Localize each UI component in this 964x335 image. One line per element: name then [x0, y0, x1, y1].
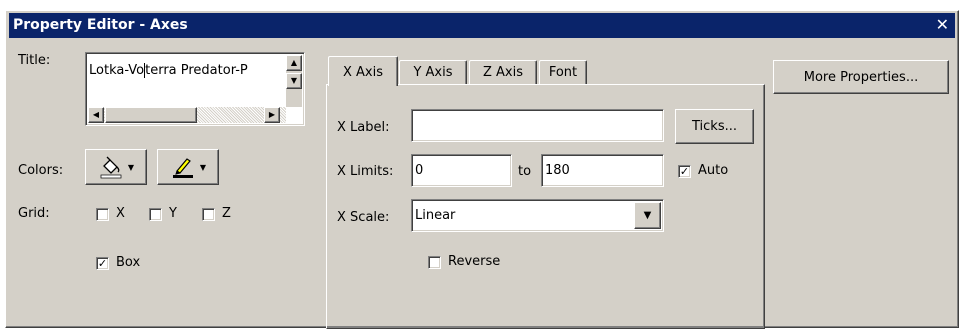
- x-label-input[interactable]: [411, 109, 664, 142]
- title-text: Lotka-Voterra Predator-P: [89, 63, 248, 78]
- title-textarea[interactable]: Lotka-Voterra Predator-P ▲ ▼ ◀ ▶: [85, 52, 305, 126]
- x-scale-dropdown-icon[interactable]: ▼: [634, 202, 661, 229]
- tab-y-axis[interactable]: Y Axis: [399, 60, 467, 84]
- horizontal-scrollbar[interactable]: ◀ ▶: [88, 107, 286, 123]
- fill-color-button[interactable]: ▼: [85, 149, 147, 185]
- tab-z-axis[interactable]: Z Axis: [469, 60, 537, 84]
- close-icon[interactable]: ✕: [936, 14, 949, 36]
- scroll-right-icon[interactable]: ▶: [264, 107, 280, 123]
- x-label-label: X Label:: [337, 120, 390, 135]
- x-scale-select[interactable]: Linear ▼: [411, 199, 664, 232]
- ticks-button[interactable]: Ticks...: [675, 109, 754, 144]
- scroll-left-icon[interactable]: ◀: [88, 107, 104, 123]
- grid-y-checkbox[interactable]: [149, 208, 162, 221]
- scroll-thumb[interactable]: [105, 107, 197, 123]
- tab-font[interactable]: Font: [539, 60, 587, 84]
- to-label: to: [518, 164, 532, 179]
- property-editor-window: Property Editor - Axes ✕ Title: Lotka-Vo…: [5, 10, 959, 329]
- x-limit-max-input[interactable]: 180: [541, 154, 664, 187]
- grid-x-checkbox[interactable]: [96, 208, 109, 221]
- scroll-down-icon[interactable]: ▼: [286, 73, 302, 89]
- more-properties-button[interactable]: More Properties...: [773, 60, 949, 94]
- grid-label: Grid:: [18, 206, 50, 221]
- paint-bucket-icon: [100, 156, 122, 179]
- x-scale-value: Linear: [415, 208, 456, 223]
- edge-dropdown-icon: ▼: [199, 162, 207, 172]
- box-checkbox[interactable]: ✓: [96, 257, 109, 270]
- x-limit-min-input[interactable]: 0: [411, 154, 512, 187]
- grid-z-label: Z: [222, 206, 231, 221]
- grid-x-label: X: [116, 206, 125, 221]
- vertical-scrollbar[interactable]: ▲ ▼: [286, 55, 302, 107]
- reverse-checkbox[interactable]: [428, 256, 441, 269]
- title-bar[interactable]: Property Editor - Axes ✕: [9, 13, 955, 38]
- title-label: Title:: [18, 53, 51, 68]
- fill-dropdown-icon: ▼: [127, 162, 135, 172]
- box-label: Box: [116, 255, 141, 270]
- pen-icon: [172, 158, 193, 178]
- auto-checkbox[interactable]: ✓: [678, 165, 691, 178]
- x-scale-label: X Scale:: [337, 210, 390, 225]
- edge-color-button[interactable]: ▼: [157, 149, 219, 185]
- scroll-up-icon[interactable]: ▲: [286, 55, 302, 71]
- auto-label: Auto: [698, 163, 729, 178]
- grid-z-checkbox[interactable]: [202, 208, 215, 221]
- x-limits-label: X Limits:: [337, 164, 394, 179]
- tab-x-axis[interactable]: X Axis: [328, 56, 398, 86]
- colors-label: Colors:: [18, 163, 64, 178]
- reverse-label: Reverse: [448, 254, 501, 269]
- window-title: Property Editor - Axes: [13, 17, 188, 33]
- grid-y-label: Y: [169, 206, 177, 221]
